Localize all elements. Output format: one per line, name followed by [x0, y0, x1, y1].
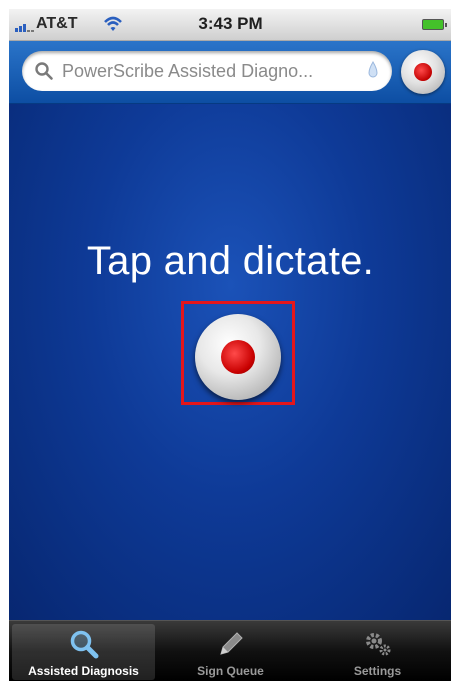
microphone-icon[interactable]: [366, 61, 380, 81]
main-content: Tap and dictate.: [9, 104, 451, 620]
tab-label: Settings: [353, 664, 402, 678]
dictate-prompt: Tap and dictate.: [86, 239, 375, 283]
search-bar: [9, 41, 451, 104]
magnifier-icon: [70, 630, 98, 659]
search-input[interactable]: [62, 51, 358, 91]
pencil-icon: [219, 632, 243, 655]
record-button[interactable]: [195, 314, 281, 400]
tab-label: Assisted Diagnosis: [28, 664, 139, 678]
tab-label: Sign Queue: [197, 664, 264, 678]
status-bar: AT&T 3:43 PM: [9, 9, 451, 41]
battery-icon: [422, 19, 447, 30]
search-field[interactable]: [22, 51, 392, 91]
status-time: 3:43 PM: [198, 14, 263, 33]
tab-settings[interactable]: Settings: [306, 624, 449, 680]
record-button-small[interactable]: [401, 50, 445, 94]
phone-screen: AT&T 3:43 PM Tap and dictate.: [9, 9, 451, 681]
tab-sign-queue[interactable]: Sign Queue: [159, 624, 302, 680]
tab-assisted-diagnosis[interactable]: Assisted Diagnosis: [12, 624, 155, 680]
gears-icon: [365, 633, 390, 656]
tab-bar: Assisted Diagnosis Sign Queue Settings: [9, 620, 451, 681]
search-icon: [35, 62, 53, 80]
